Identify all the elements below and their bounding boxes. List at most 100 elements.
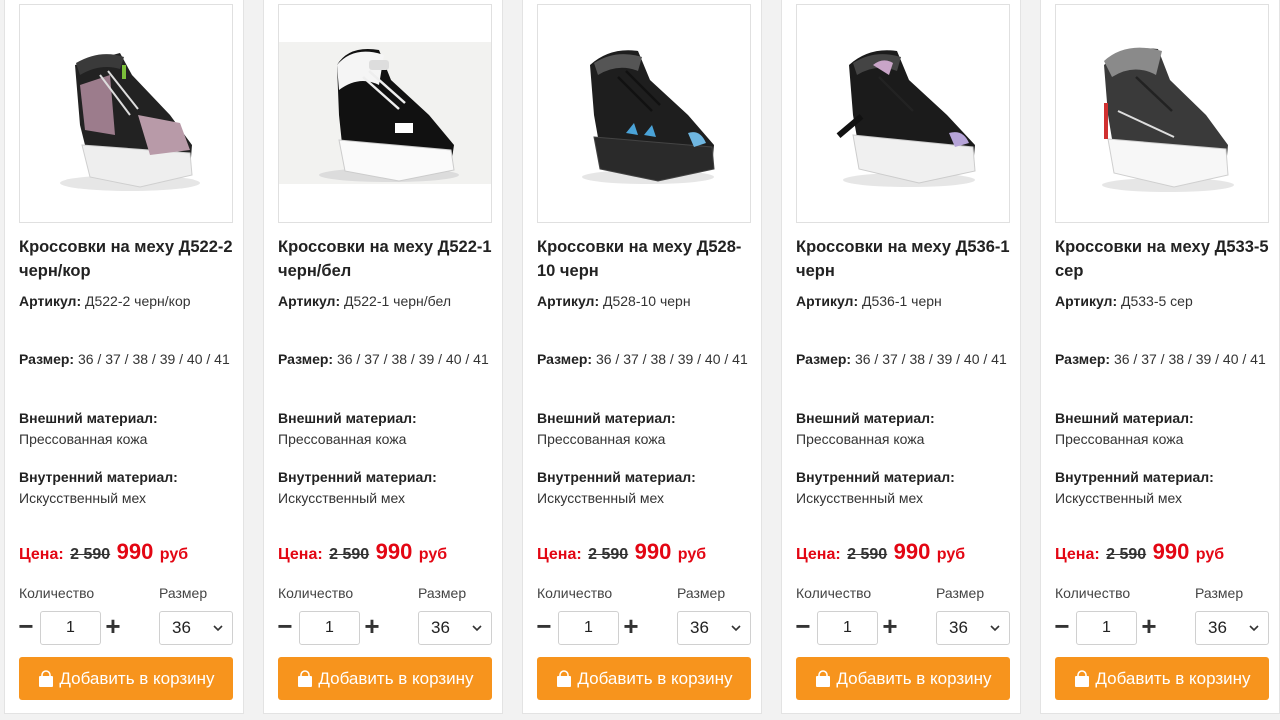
quantity-increase-button[interactable]: + xyxy=(620,612,642,642)
product-card: Кроссовки на меху Д522-2 черн/кор Артику… xyxy=(4,0,244,714)
add-to-cart-label: Добавить в корзину xyxy=(836,668,992,688)
product-article: Артикул: Д533-5 сер xyxy=(1055,291,1271,312)
product-title[interactable]: Кроссовки на меху Д528-10 черн xyxy=(537,235,757,283)
quantity-decrease-button[interactable]: − xyxy=(274,612,296,642)
size-select-value: 36 xyxy=(690,618,709,637)
chevron-down-icon xyxy=(731,625,741,632)
quantity-decrease-button[interactable]: − xyxy=(1051,612,1073,642)
inner-label: Внутренний материал: xyxy=(1055,469,1214,485)
size-select[interactable]: 36 xyxy=(1195,611,1269,645)
add-to-cart-label: Добавить в корзину xyxy=(59,668,215,688)
product-card: Кроссовки на меху Д533-5 сер Артикул: Д5… xyxy=(1040,0,1280,714)
size-select[interactable]: 36 xyxy=(677,611,751,645)
article-value: Д533-5 сер xyxy=(1121,293,1193,309)
shopping-bag-icon xyxy=(816,669,831,687)
quantity-input[interactable] xyxy=(1076,611,1137,645)
product-title[interactable]: Кроссовки на меху Д522-1 черн/бел xyxy=(278,235,498,283)
product-outer-material: Внешний материал: Прессованная кожа xyxy=(278,408,494,450)
add-to-cart-button[interactable]: Добавить в корзину xyxy=(19,657,233,700)
size-select[interactable]: 36 xyxy=(159,611,233,645)
chevron-down-icon xyxy=(213,625,223,632)
size-select-value: 36 xyxy=(1208,618,1227,637)
product-title[interactable]: Кроссовки на меху Д533-5 сер xyxy=(1055,235,1275,283)
article-label: Артикул: xyxy=(796,293,859,309)
quantity-increase-button[interactable]: + xyxy=(1138,612,1160,642)
product-photo[interactable] xyxy=(19,4,233,223)
inner-label: Внутренний материал: xyxy=(278,469,437,485)
sizes-value: 36 / 37 / 38 / 39 / 40 / 41 xyxy=(336,351,489,367)
sizes-value: 36 / 37 / 38 / 39 / 40 / 41 xyxy=(595,351,748,367)
product-article: Артикул: Д528-10 черн xyxy=(537,291,753,312)
article-value: Д536-1 черн xyxy=(862,293,942,309)
product-photo[interactable] xyxy=(278,4,492,223)
add-to-cart-button[interactable]: Добавить в корзину xyxy=(796,657,1010,700)
old-price: 2 590 xyxy=(847,546,888,563)
outer-value: Прессованная кожа xyxy=(1055,431,1184,447)
add-to-cart-label: Добавить в корзину xyxy=(318,668,474,688)
inner-label: Внутренний материал: xyxy=(19,469,178,485)
size-select-label: Размер xyxy=(677,585,726,601)
new-price: 990 xyxy=(634,539,672,564)
product-article: Артикул: Д522-2 черн/кор xyxy=(19,291,235,312)
product-sizes: Размер: 36 / 37 / 38 / 39 / 40 / 41 xyxy=(1055,349,1271,370)
quantity-input[interactable] xyxy=(40,611,101,645)
outer-value: Прессованная кожа xyxy=(796,431,925,447)
inner-value: Искусственный мех xyxy=(19,490,147,506)
quantity-decrease-button[interactable]: − xyxy=(15,612,37,642)
size-label: Размер: xyxy=(19,351,75,367)
price-label: Цена: xyxy=(537,546,582,563)
product-outer-material: Внешний материал: Прессованная кожа xyxy=(19,408,235,450)
product-card: Кроссовки на меху Д522-1 черн/бел Артику… xyxy=(263,0,503,714)
quantity-decrease-button[interactable]: − xyxy=(792,612,814,642)
sneaker-photo-icon xyxy=(1056,5,1268,222)
quantity-increase-button[interactable]: + xyxy=(361,612,383,642)
outer-value: Прессованная кожа xyxy=(278,431,407,447)
quantity-input[interactable] xyxy=(817,611,878,645)
product-sizes: Размер: 36 / 37 / 38 / 39 / 40 / 41 xyxy=(19,349,235,370)
new-price: 990 xyxy=(375,539,413,564)
outer-label: Внешний материал: xyxy=(19,410,158,426)
product-photo[interactable] xyxy=(1055,4,1269,223)
quantity-label: Количество xyxy=(278,585,354,601)
add-to-cart-label: Добавить в корзину xyxy=(577,668,733,688)
size-select-label: Размер xyxy=(936,585,985,601)
quantity-input[interactable] xyxy=(558,611,619,645)
size-select[interactable]: 36 xyxy=(418,611,492,645)
outer-label: Внешний материал: xyxy=(278,410,417,426)
quantity-decrease-button[interactable]: − xyxy=(533,612,555,642)
product-title[interactable]: Кроссовки на меху Д522-2 черн/кор xyxy=(19,235,239,283)
product-article: Артикул: Д522-1 черн/бел xyxy=(278,291,494,312)
product-price: Цена: 2 590 990 руб xyxy=(278,539,447,565)
size-select[interactable]: 36 xyxy=(936,611,1010,645)
old-price: 2 590 xyxy=(70,546,111,563)
product-price: Цена: 2 590 990 руб xyxy=(796,539,965,565)
add-to-cart-button[interactable]: Добавить в корзину xyxy=(537,657,751,700)
shopping-bag-icon xyxy=(557,669,572,687)
product-grid: Кроссовки на меху Д522-2 черн/кор Артику… xyxy=(0,0,1280,720)
inner-value: Искусственный мех xyxy=(278,490,406,506)
product-inner-material: Внутренний материал: Искусственный мех xyxy=(537,467,753,509)
new-price: 990 xyxy=(893,539,931,564)
product-title[interactable]: Кроссовки на меху Д536-1 черн xyxy=(796,235,1016,283)
quantity-input[interactable] xyxy=(299,611,360,645)
product-sizes: Размер: 36 / 37 / 38 / 39 / 40 / 41 xyxy=(537,349,753,370)
size-select-label: Размер xyxy=(418,585,467,601)
currency: руб xyxy=(677,546,707,563)
article-label: Артикул: xyxy=(1055,293,1118,309)
old-price: 2 590 xyxy=(1106,546,1147,563)
product-card: Кроссовки на меху Д536-1 черн Артикул: Д… xyxy=(781,0,1021,714)
chevron-down-icon xyxy=(472,625,482,632)
product-photo[interactable] xyxy=(796,4,1010,223)
quantity-increase-button[interactable]: + xyxy=(879,612,901,642)
price-label: Цена: xyxy=(796,546,841,563)
quantity-increase-button[interactable]: + xyxy=(102,612,124,642)
sizes-value: 36 / 37 / 38 / 39 / 40 / 41 xyxy=(1113,351,1266,367)
add-to-cart-button[interactable]: Добавить в корзину xyxy=(278,657,492,700)
size-label: Размер: xyxy=(796,351,852,367)
product-photo[interactable] xyxy=(537,4,751,223)
shopping-bag-icon xyxy=(298,669,313,687)
outer-label: Внешний материал: xyxy=(537,410,676,426)
inner-label: Внутренний материал: xyxy=(796,469,955,485)
shopping-bag-icon xyxy=(1075,669,1090,687)
add-to-cart-button[interactable]: Добавить в корзину xyxy=(1055,657,1269,700)
